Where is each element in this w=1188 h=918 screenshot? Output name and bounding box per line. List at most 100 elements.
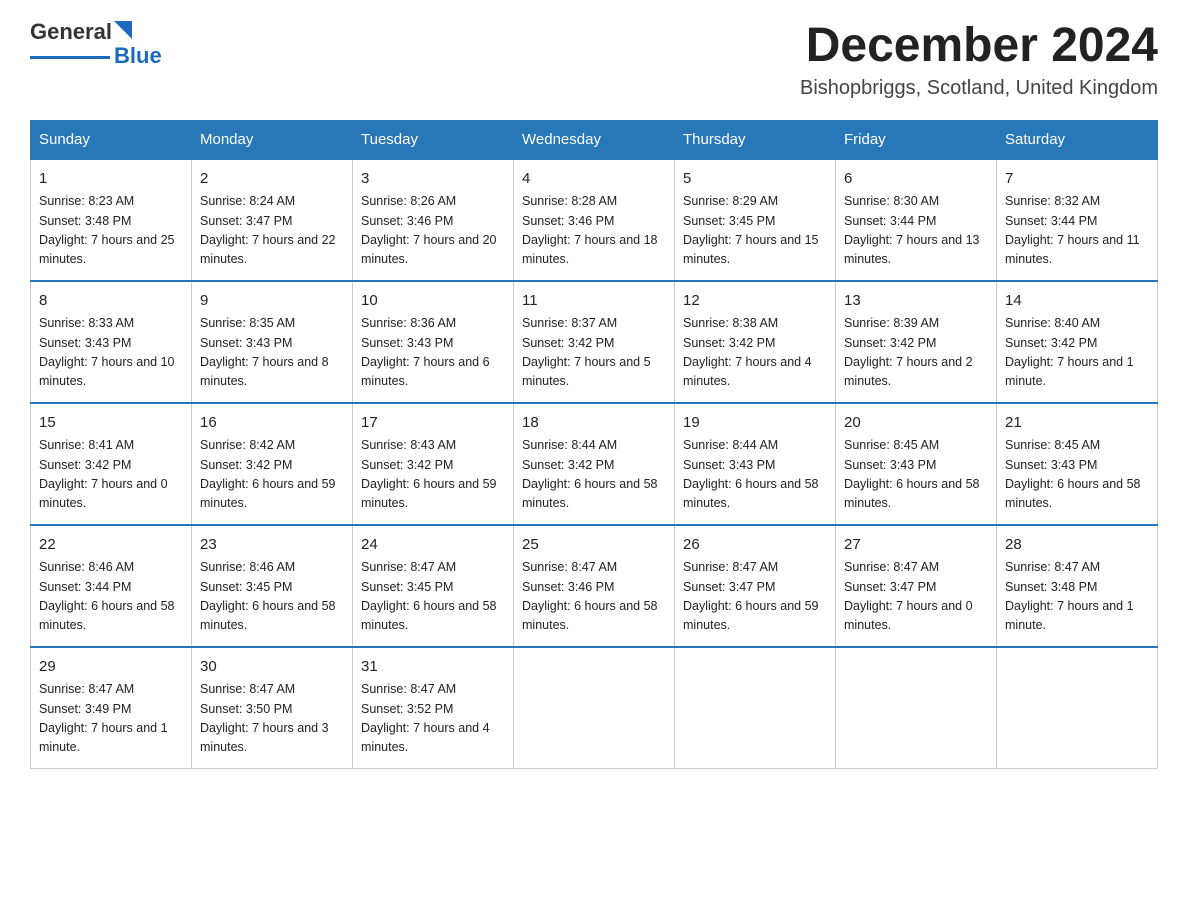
day-number: 4 [522,168,666,191]
day-info: Sunrise: 8:24 AMSunset: 3:47 PMDaylight:… [200,192,344,270]
day-info: Sunrise: 8:33 AMSunset: 3:43 PMDaylight:… [39,314,183,392]
day-number: 29 [39,656,183,679]
day-info: Sunrise: 8:47 AMSunset: 3:47 PMDaylight:… [844,558,988,636]
location-title: Bishopbriggs, Scotland, United Kingdom [800,77,1158,100]
day-info: Sunrise: 8:47 AMSunset: 3:50 PMDaylight:… [200,680,344,758]
day-number: 18 [522,412,666,435]
weekday-header-saturday: Saturday [997,120,1158,159]
calendar-cell: 4Sunrise: 8:28 AMSunset: 3:46 PMDaylight… [514,159,675,281]
calendar-cell: 17Sunrise: 8:43 AMSunset: 3:42 PMDayligh… [353,403,514,525]
calendar-cell: 5Sunrise: 8:29 AMSunset: 3:45 PMDaylight… [675,159,836,281]
calendar-cell: 29Sunrise: 8:47 AMSunset: 3:49 PMDayligh… [31,647,192,769]
calendar-cell: 27Sunrise: 8:47 AMSunset: 3:47 PMDayligh… [836,525,997,647]
calendar-cell: 21Sunrise: 8:45 AMSunset: 3:43 PMDayligh… [997,403,1158,525]
day-info: Sunrise: 8:47 AMSunset: 3:49 PMDaylight:… [39,680,183,758]
calendar-cell [997,647,1158,769]
day-info: Sunrise: 8:32 AMSunset: 3:44 PMDaylight:… [1005,192,1149,270]
calendar-cell [675,647,836,769]
calendar-cell: 2Sunrise: 8:24 AMSunset: 3:47 PMDaylight… [192,159,353,281]
day-info: Sunrise: 8:30 AMSunset: 3:44 PMDaylight:… [844,192,988,270]
calendar-cell: 26Sunrise: 8:47 AMSunset: 3:47 PMDayligh… [675,525,836,647]
month-title: December 2024 [800,20,1158,73]
day-info: Sunrise: 8:44 AMSunset: 3:42 PMDaylight:… [522,436,666,514]
day-number: 31 [361,656,505,679]
calendar-cell: 7Sunrise: 8:32 AMSunset: 3:44 PMDaylight… [997,159,1158,281]
day-number: 20 [844,412,988,435]
day-number: 19 [683,412,827,435]
day-info: Sunrise: 8:47 AMSunset: 3:48 PMDaylight:… [1005,558,1149,636]
day-info: Sunrise: 8:45 AMSunset: 3:43 PMDaylight:… [844,436,988,514]
day-info: Sunrise: 8:40 AMSunset: 3:42 PMDaylight:… [1005,314,1149,392]
calendar-cell: 28Sunrise: 8:47 AMSunset: 3:48 PMDayligh… [997,525,1158,647]
calendar-cell: 14Sunrise: 8:40 AMSunset: 3:42 PMDayligh… [997,281,1158,403]
calendar-cell: 1Sunrise: 8:23 AMSunset: 3:48 PMDaylight… [31,159,192,281]
day-number: 9 [200,290,344,313]
day-info: Sunrise: 8:43 AMSunset: 3:42 PMDaylight:… [361,436,505,514]
day-info: Sunrise: 8:47 AMSunset: 3:52 PMDaylight:… [361,680,505,758]
day-number: 8 [39,290,183,313]
calendar-cell: 19Sunrise: 8:44 AMSunset: 3:43 PMDayligh… [675,403,836,525]
calendar-cell: 25Sunrise: 8:47 AMSunset: 3:46 PMDayligh… [514,525,675,647]
calendar-cell: 6Sunrise: 8:30 AMSunset: 3:44 PMDaylight… [836,159,997,281]
day-info: Sunrise: 8:28 AMSunset: 3:46 PMDaylight:… [522,192,666,270]
calendar-week-4: 22Sunrise: 8:46 AMSunset: 3:44 PMDayligh… [31,525,1158,647]
day-info: Sunrise: 8:23 AMSunset: 3:48 PMDaylight:… [39,192,183,270]
calendar-cell: 13Sunrise: 8:39 AMSunset: 3:42 PMDayligh… [836,281,997,403]
day-info: Sunrise: 8:37 AMSunset: 3:42 PMDaylight:… [522,314,666,392]
day-number: 14 [1005,290,1149,313]
day-number: 23 [200,534,344,557]
day-number: 7 [1005,168,1149,191]
day-info: Sunrise: 8:45 AMSunset: 3:43 PMDaylight:… [1005,436,1149,514]
day-info: Sunrise: 8:46 AMSunset: 3:45 PMDaylight:… [200,558,344,636]
weekday-header-wednesday: Wednesday [514,120,675,159]
day-info: Sunrise: 8:44 AMSunset: 3:43 PMDaylight:… [683,436,827,514]
calendar-week-3: 15Sunrise: 8:41 AMSunset: 3:42 PMDayligh… [31,403,1158,525]
day-info: Sunrise: 8:41 AMSunset: 3:42 PMDaylight:… [39,436,183,514]
calendar-cell: 8Sunrise: 8:33 AMSunset: 3:43 PMDaylight… [31,281,192,403]
day-number: 30 [200,656,344,679]
day-number: 13 [844,290,988,313]
calendar-cell: 3Sunrise: 8:26 AMSunset: 3:46 PMDaylight… [353,159,514,281]
calendar-week-5: 29Sunrise: 8:47 AMSunset: 3:49 PMDayligh… [31,647,1158,769]
calendar-cell: 12Sunrise: 8:38 AMSunset: 3:42 PMDayligh… [675,281,836,403]
day-info: Sunrise: 8:47 AMSunset: 3:45 PMDaylight:… [361,558,505,636]
calendar-cell: 9Sunrise: 8:35 AMSunset: 3:43 PMDaylight… [192,281,353,403]
calendar-cell: 22Sunrise: 8:46 AMSunset: 3:44 PMDayligh… [31,525,192,647]
calendar-week-2: 8Sunrise: 8:33 AMSunset: 3:43 PMDaylight… [31,281,1158,403]
calendar-cell: 10Sunrise: 8:36 AMSunset: 3:43 PMDayligh… [353,281,514,403]
logo-general: General [30,20,112,44]
day-number: 17 [361,412,505,435]
day-number: 22 [39,534,183,557]
calendar-cell [836,647,997,769]
title-block: December 2024 Bishopbriggs, Scotland, Un… [800,20,1158,100]
logo: General Blue [30,20,162,68]
day-number: 3 [361,168,505,191]
calendar-table: SundayMondayTuesdayWednesdayThursdayFrid… [30,120,1158,769]
calendar-cell: 31Sunrise: 8:47 AMSunset: 3:52 PMDayligh… [353,647,514,769]
day-number: 6 [844,168,988,191]
day-number: 10 [361,290,505,313]
day-info: Sunrise: 8:46 AMSunset: 3:44 PMDaylight:… [39,558,183,636]
day-number: 16 [200,412,344,435]
day-info: Sunrise: 8:39 AMSunset: 3:42 PMDaylight:… [844,314,988,392]
calendar-cell: 16Sunrise: 8:42 AMSunset: 3:42 PMDayligh… [192,403,353,525]
calendar-cell: 15Sunrise: 8:41 AMSunset: 3:42 PMDayligh… [31,403,192,525]
logo-line [30,56,110,59]
weekday-header-monday: Monday [192,120,353,159]
calendar-cell [514,647,675,769]
calendar-cell: 23Sunrise: 8:46 AMSunset: 3:45 PMDayligh… [192,525,353,647]
day-number: 25 [522,534,666,557]
day-info: Sunrise: 8:26 AMSunset: 3:46 PMDaylight:… [361,192,505,270]
day-info: Sunrise: 8:47 AMSunset: 3:47 PMDaylight:… [683,558,827,636]
logo-blue: Blue [114,44,162,68]
calendar-body: 1Sunrise: 8:23 AMSunset: 3:48 PMDaylight… [31,159,1158,769]
day-info: Sunrise: 8:35 AMSunset: 3:43 PMDaylight:… [200,314,344,392]
day-number: 15 [39,412,183,435]
day-info: Sunrise: 8:29 AMSunset: 3:45 PMDaylight:… [683,192,827,270]
weekday-header-friday: Friday [836,120,997,159]
day-info: Sunrise: 8:38 AMSunset: 3:42 PMDaylight:… [683,314,827,392]
day-info: Sunrise: 8:47 AMSunset: 3:46 PMDaylight:… [522,558,666,636]
calendar-week-1: 1Sunrise: 8:23 AMSunset: 3:48 PMDaylight… [31,159,1158,281]
day-number: 28 [1005,534,1149,557]
day-number: 26 [683,534,827,557]
